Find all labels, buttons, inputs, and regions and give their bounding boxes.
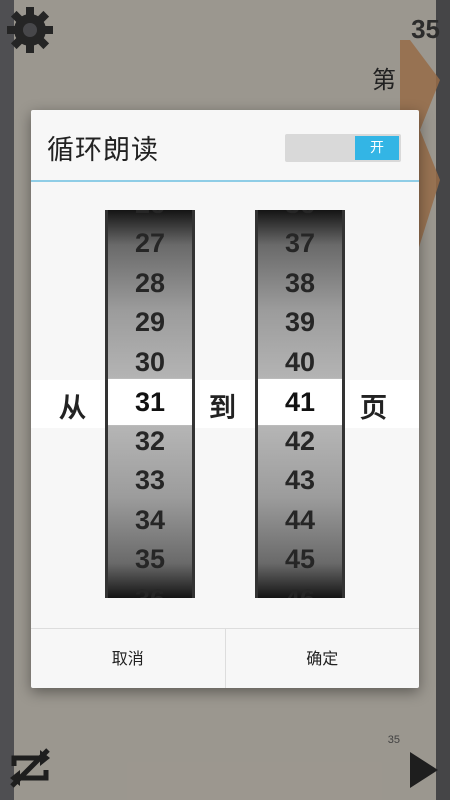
page-range-picker: 从 2627282930313233343536 到 3637383940414… [31, 184, 419, 628]
end-page-wheel[interactable]: 3637383940 41 4243444546 [255, 210, 345, 598]
start-page-option[interactable]: 30 [108, 343, 192, 383]
start-page-option[interactable]: 35 [108, 540, 192, 580]
loop-reading-dialog: 循环朗读 开 从 2627282930313233343536 到 363738… [31, 110, 419, 688]
loop-toggle[interactable]: 开 [285, 134, 401, 162]
start-page-option[interactable]: 27 [108, 224, 192, 264]
end-page-selected-value[interactable]: 41 [258, 378, 342, 426]
end-page-option[interactable]: 43 [258, 461, 342, 501]
start-page-option[interactable]: 33 [108, 461, 192, 501]
start-page-option[interactable]: 28 [108, 264, 192, 304]
start-page-option[interactable]: 34 [108, 501, 192, 541]
from-label: 从 [59, 393, 86, 424]
start-page-wheel[interactable]: 2627282930 31 3233343536 [105, 210, 195, 598]
end-page-option[interactable]: 37 [258, 224, 342, 264]
start-page-option[interactable]: 29 [108, 303, 192, 343]
dialog-footer: 取消 确定 [31, 628, 419, 688]
end-page-option[interactable]: 40 [258, 343, 342, 383]
start-page-option[interactable]: 26 [108, 210, 192, 224]
end-page-option[interactable]: 36 [258, 210, 342, 224]
start-page-option[interactable]: 32 [108, 422, 192, 462]
end-page-selected-text: 41 [284, 387, 316, 417]
dialog-header: 循环朗读 开 [31, 110, 419, 182]
end-page-option[interactable]: 38 [258, 264, 342, 304]
toggle-on-label: 开 [355, 136, 399, 160]
page-label: 页 [360, 393, 387, 424]
end-page-option[interactable]: 42 [258, 422, 342, 462]
to-label: 到 [209, 393, 236, 424]
start-page-selected-text: 31 [134, 387, 166, 417]
cancel-button[interactable]: 取消 [31, 629, 225, 688]
start-page-selected-value[interactable]: 31 [108, 378, 192, 426]
start-page-option[interactable]: 36 [108, 580, 192, 598]
end-page-option[interactable]: 44 [258, 501, 342, 541]
confirm-button[interactable]: 确定 [224, 629, 420, 688]
end-page-option[interactable]: 46 [258, 580, 342, 598]
end-page-option[interactable]: 45 [258, 540, 342, 580]
dialog-title: 循环朗读 [47, 135, 159, 166]
end-page-option[interactable]: 39 [258, 303, 342, 343]
